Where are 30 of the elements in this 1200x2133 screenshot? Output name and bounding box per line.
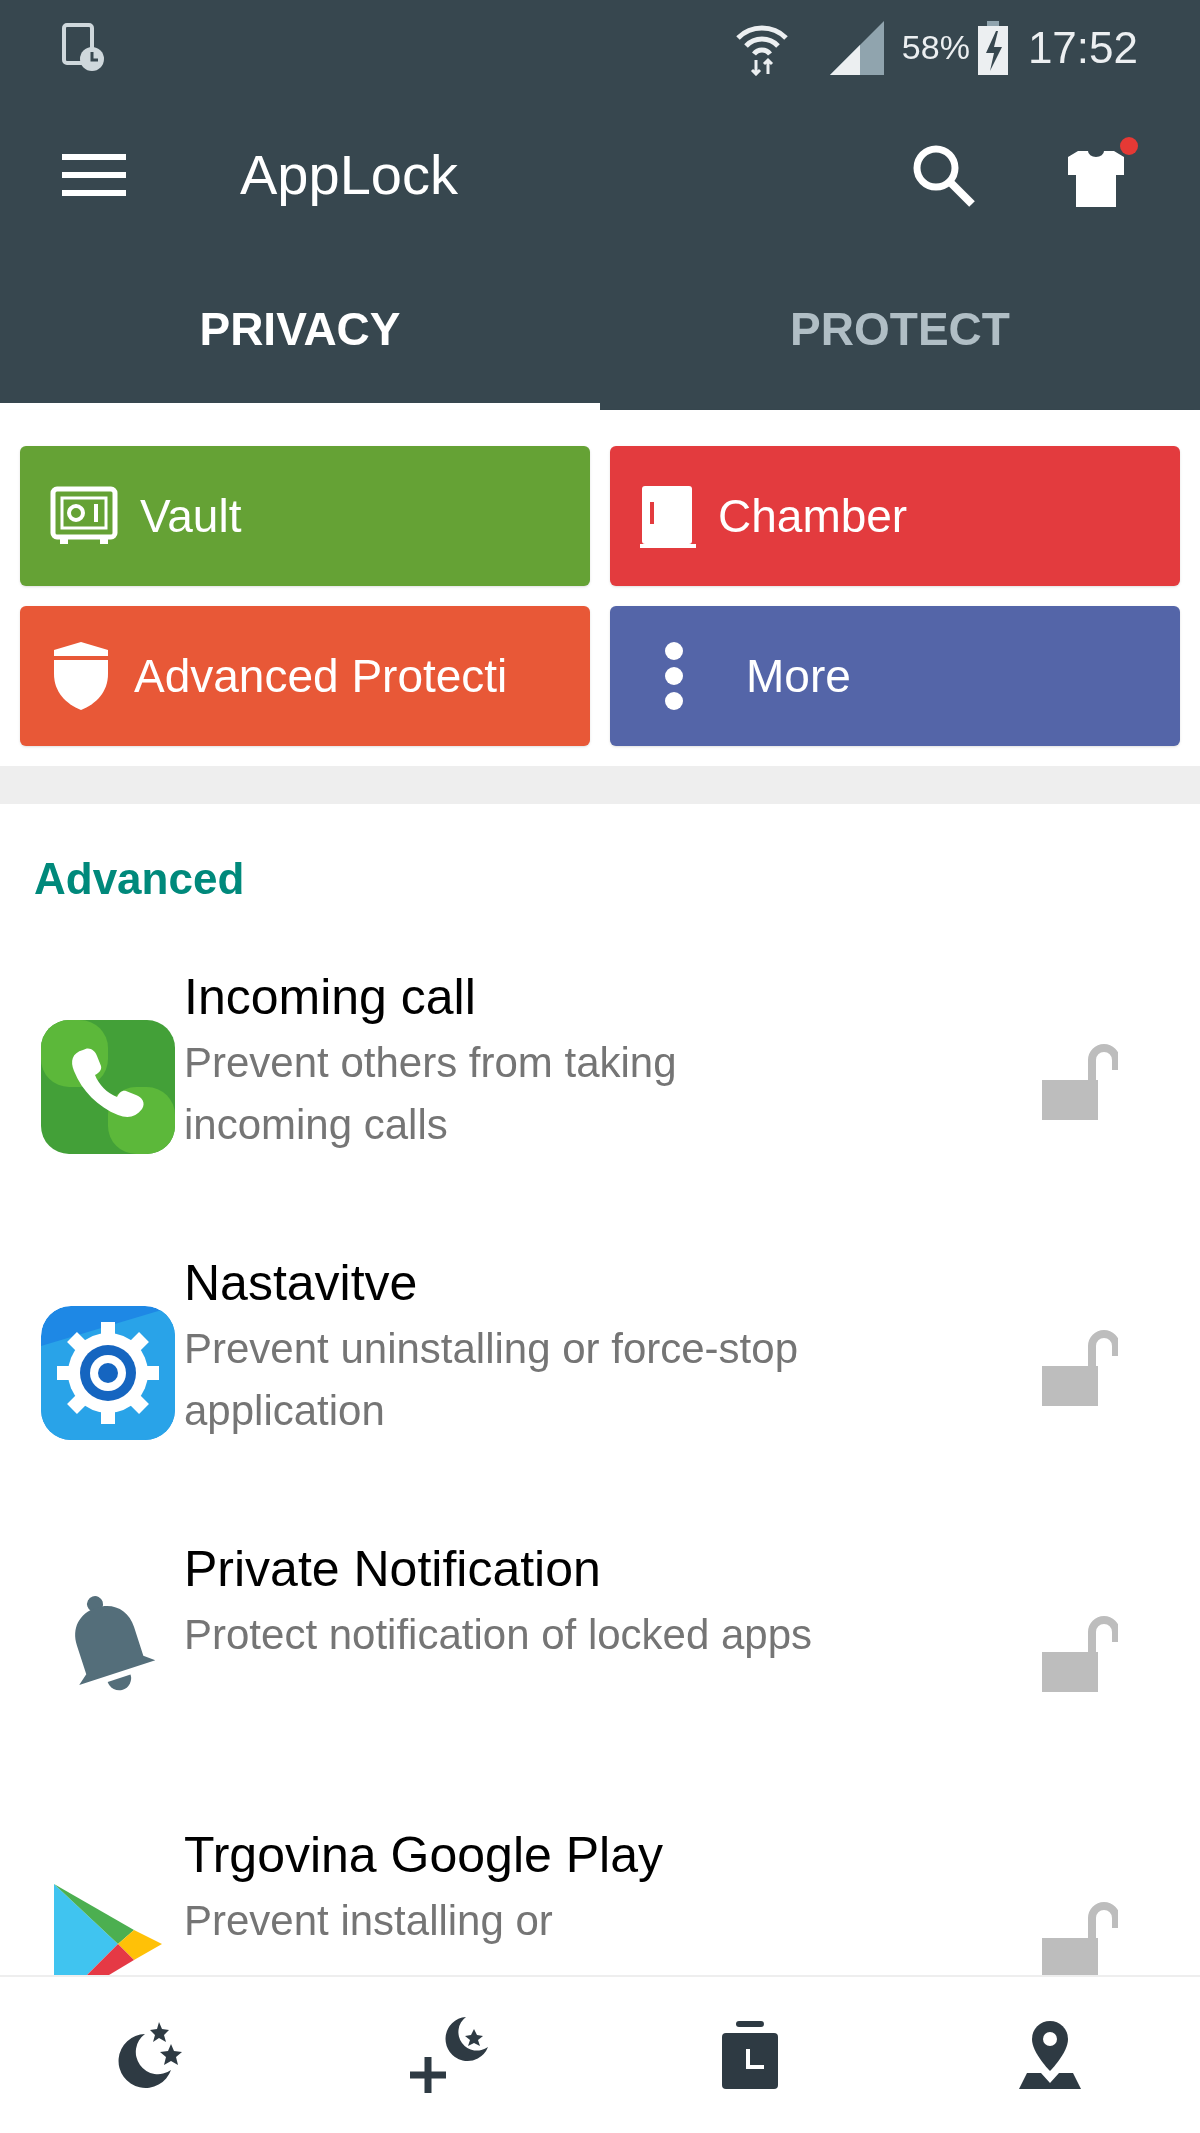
safe-icon: [50, 486, 118, 546]
item-title: Incoming call: [184, 968, 477, 1027]
item-description: Prevent others from taking incoming calls: [184, 1038, 678, 1150]
clock-time: 17:52: [1027, 21, 1138, 74]
tablet-clock-icon: [62, 22, 106, 73]
gear-app-icon: [41, 1306, 175, 1440]
tile-button[interactable]: More: [610, 606, 1180, 746]
more-icon: [662, 642, 686, 710]
tile-button[interactable]: Vault: [20, 446, 590, 586]
item-description: Protect notification of locked apps: [184, 1610, 814, 1660]
item-title: Trgovina Google Play: [184, 1826, 664, 1885]
map-pin-icon[interactable]: [1019, 2021, 1081, 2089]
app-title: AppLock: [240, 142, 458, 208]
shirt-icon: [1066, 151, 1126, 207]
signal-icon: [829, 20, 884, 75]
item-description: Prevent uninstalling or force-stop application: [184, 1324, 799, 1436]
item-description: Prevent installing or: [184, 1896, 554, 1946]
battery-percent: 58%: [901, 27, 970, 68]
add-moon-icon[interactable]: [410, 2017, 490, 2093]
timer-icon[interactable]: [722, 2021, 778, 2089]
menu-icon[interactable]: [62, 153, 126, 197]
tile-button[interactable]: Chamber: [610, 446, 1180, 586]
tab[interactable]: PROTECT: [600, 255, 1200, 410]
section-header: Advanced: [33, 853, 246, 905]
tile-button[interactable]: Advanced Protecti: [20, 606, 590, 746]
phone-app-icon: [41, 1020, 175, 1154]
item-title: Nastavitve: [184, 1254, 419, 1313]
door-icon: [640, 484, 696, 548]
item-title: Private Notification: [184, 1540, 602, 1599]
battery-charging-icon: [977, 20, 1008, 75]
